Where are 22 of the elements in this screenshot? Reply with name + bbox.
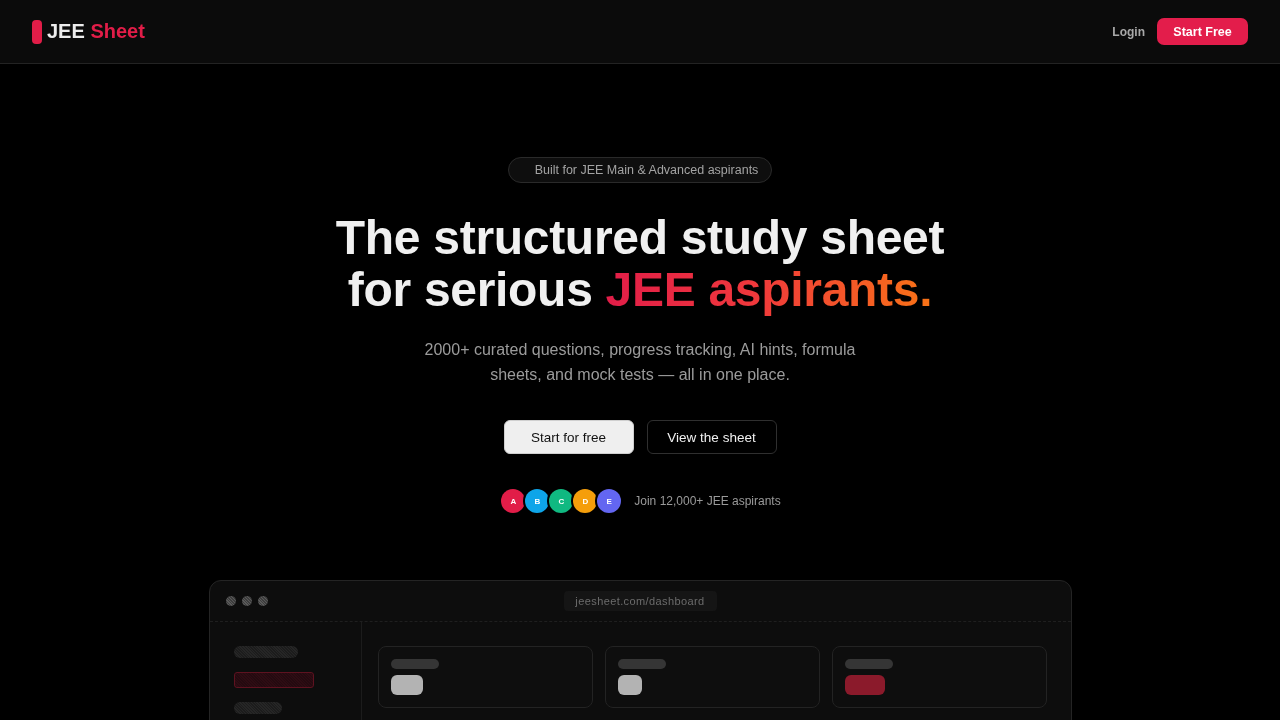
window-dot-icon [241, 596, 252, 606]
window-dot-icon [225, 596, 236, 606]
avatar: D [573, 489, 598, 513]
logo-icon [32, 19, 42, 44]
start-free-button[interactable]: Start Free [1157, 18, 1248, 45]
avatar: C [549, 489, 574, 513]
logo-text[interactable]: JEE Sheet [47, 20, 145, 43]
hero-headline: The structured study sheet for serious JEE aspirants. [335, 212, 945, 316]
social-proof-text: Join 12,000+ JEE aspirants [634, 494, 781, 508]
announcement-badge: Built for JEE Main & Advanced aspirants [507, 157, 773, 183]
login-link[interactable]: Login [1112, 24, 1145, 39]
start-for-free-button[interactable]: Start for free [503, 420, 634, 454]
skeleton-label-bar [617, 659, 666, 669]
url-bar: jeesheet.com/dashboard [563, 591, 717, 611]
avatar: A [501, 489, 526, 513]
avatar: B [525, 489, 550, 513]
view-sheet-button[interactable]: View the sheet [646, 420, 777, 454]
avatar: E [597, 489, 622, 513]
window-dot-icon [257, 596, 268, 606]
skeleton-label-bar [390, 659, 439, 669]
skeleton-label-bar [845, 659, 894, 669]
hero-subtitle: 2000+ curated questions, progress tracking, AI hints, formula sheets, and mock tests — all in one place. [423, 340, 857, 385]
